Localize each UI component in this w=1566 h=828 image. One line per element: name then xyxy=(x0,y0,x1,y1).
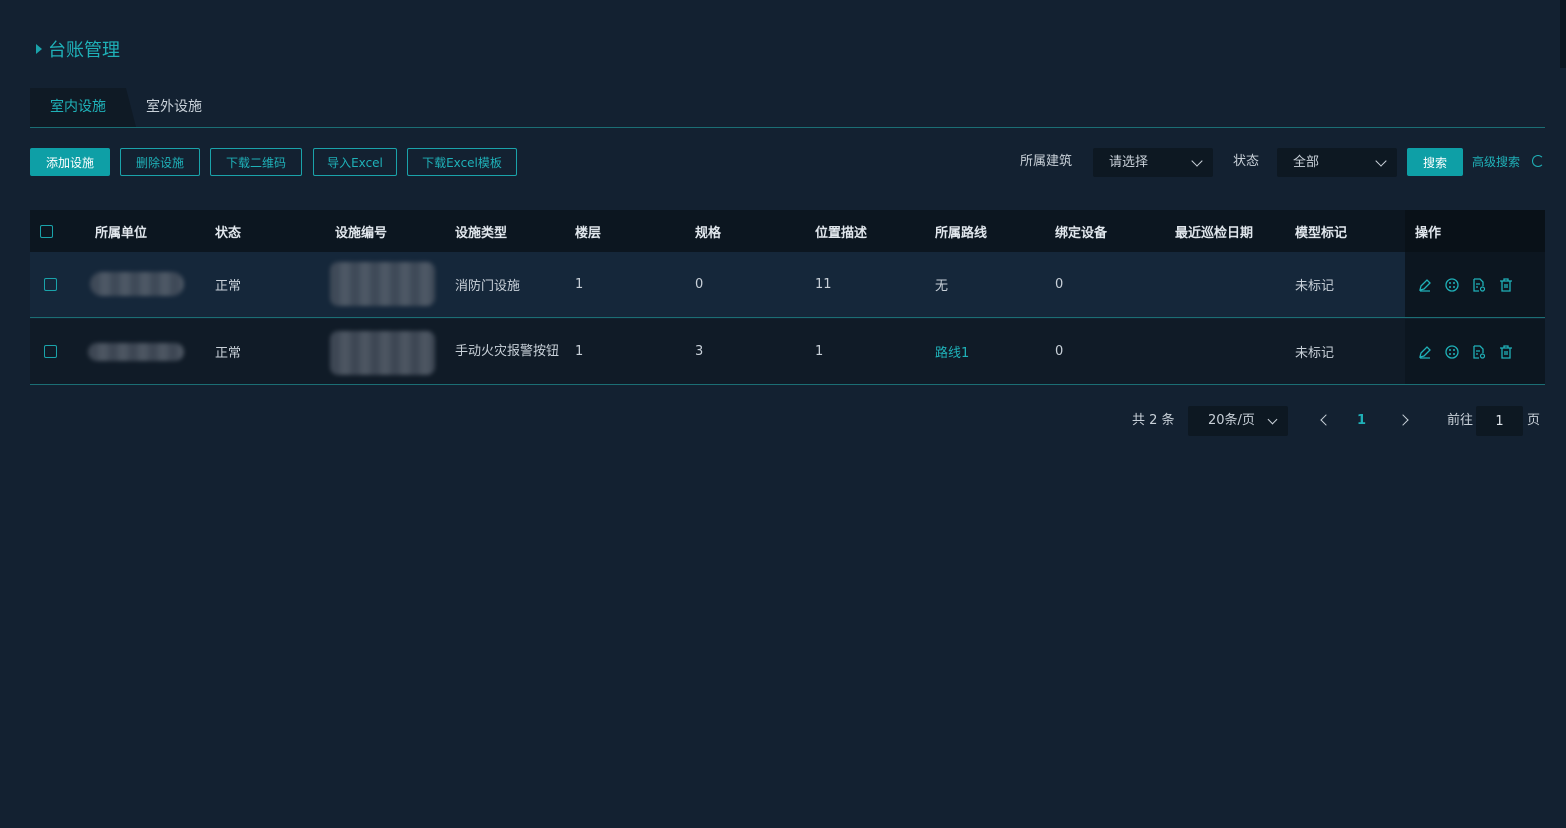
row-checkbox-cell xyxy=(44,319,57,384)
status-select-value: 全部 xyxy=(1293,155,1320,170)
row-actions xyxy=(1405,319,1513,384)
scrollbar[interactable] xyxy=(1560,0,1566,68)
row-actions xyxy=(1405,252,1513,317)
cell-model-mark: 未标记 xyxy=(1295,279,1335,294)
header-spec: 规格 xyxy=(695,225,722,241)
header-route: 所属路线 xyxy=(935,225,988,241)
chevron-down-icon xyxy=(1191,155,1203,167)
header-actions: 操作 xyxy=(1415,225,1442,241)
page-size-select[interactable]: 20条/页 xyxy=(1188,406,1288,436)
building-select-value: 请选择 xyxy=(1109,155,1149,170)
header-code: 设施编号 xyxy=(335,225,388,241)
current-page[interactable]: 1 xyxy=(1357,406,1366,436)
redacted-unit xyxy=(90,272,184,296)
add-facility-button[interactable]: 添加设施 xyxy=(30,148,110,176)
select-all-checkbox[interactable] xyxy=(40,224,53,238)
refresh-icon[interactable] xyxy=(1532,155,1544,167)
cell-bound-device: 0 xyxy=(1055,277,1064,292)
chevron-down-icon xyxy=(1375,155,1387,167)
tab-outdoor[interactable]: 室外设施 xyxy=(126,88,222,127)
header-unit: 所属单位 xyxy=(95,225,148,241)
cell-model-mark: 未标记 xyxy=(1295,346,1335,361)
document-icon[interactable] xyxy=(1471,344,1486,359)
pagination-total: 共 2 条 xyxy=(1132,413,1175,428)
cell-route-link[interactable]: 路线1 xyxy=(935,319,969,384)
import-excel-button[interactable]: 导入Excel xyxy=(313,148,397,176)
building-filter-label: 所属建筑 xyxy=(1020,154,1073,169)
toolbar: 添加设施 删除设施 下载二维码 导入Excel 下载Excel模板 所属建筑 请… xyxy=(30,148,1545,177)
redacted-code xyxy=(330,262,435,306)
cell-floor: 1 xyxy=(575,344,584,359)
redacted-code xyxy=(330,331,435,375)
header-model-mark: 模型标记 xyxy=(1295,225,1348,241)
page-unit-label: 页 xyxy=(1527,413,1541,428)
edit-icon[interactable] xyxy=(1417,277,1432,292)
cell-status: 正常 xyxy=(215,346,242,361)
model-icon[interactable] xyxy=(1444,277,1459,292)
page-size-value: 20条/页 xyxy=(1208,413,1255,428)
model-icon[interactable] xyxy=(1444,344,1459,359)
redacted-unit xyxy=(88,343,184,361)
row-checkbox-cell xyxy=(44,252,57,317)
document-icon[interactable] xyxy=(1471,277,1486,292)
chevron-right-icon[interactable] xyxy=(1397,414,1409,426)
tab-bar: 室内设施 室外设施 xyxy=(30,88,1545,128)
cell-location: 11 xyxy=(815,277,832,292)
goto-page-input[interactable] xyxy=(1476,406,1523,436)
cell-floor: 1 xyxy=(575,277,584,292)
delete-facility-button[interactable]: 删除设施 xyxy=(120,148,200,176)
cell-route: 无 xyxy=(935,279,949,294)
edit-icon[interactable] xyxy=(1417,344,1432,359)
cell-spec: 3 xyxy=(695,344,704,359)
chevron-left-icon[interactable] xyxy=(1320,414,1332,426)
row-checkbox[interactable] xyxy=(44,278,57,291)
cell-bound-device: 0 xyxy=(1055,344,1064,359)
trash-icon[interactable] xyxy=(1498,277,1513,292)
header-bound-device: 绑定设备 xyxy=(1055,225,1108,241)
chevron-down-icon xyxy=(1267,414,1278,425)
header-status: 状态 xyxy=(215,225,242,241)
table-header: 所属单位 状态 设施编号 设施类型 楼层 规格 位置描述 所属路线 绑定设备 最… xyxy=(30,210,1545,252)
page-title: 台账管理 xyxy=(36,36,120,62)
tab-indoor[interactable]: 室内设施 xyxy=(30,88,136,127)
building-select[interactable]: 请选择 xyxy=(1093,148,1213,177)
triangle-right-icon xyxy=(36,44,42,54)
pagination: 共 2 条 20条/页 1 前往 页 xyxy=(0,406,1566,436)
status-select[interactable]: 全部 xyxy=(1277,148,1397,177)
cell-location: 1 xyxy=(815,344,824,359)
download-template-button[interactable]: 下载Excel模板 xyxy=(407,148,517,176)
cell-type: 消防门设施 xyxy=(455,279,521,294)
header-last-inspection: 最近巡检日期 xyxy=(1175,225,1254,241)
table-row: 正常 手动火灾报警按钮 1 3 1 路线1 0 未标记 xyxy=(30,319,1545,385)
cell-status: 正常 xyxy=(215,279,242,294)
header-floor: 楼层 xyxy=(575,225,602,241)
goto-label: 前往 xyxy=(1447,413,1474,428)
advanced-search-link[interactable]: 高级搜索 xyxy=(1472,148,1520,176)
header-type: 设施类型 xyxy=(455,225,508,241)
cell-type: 手动火灾报警按钮 xyxy=(455,343,560,359)
status-filter-label: 状态 xyxy=(1233,154,1260,169)
download-qr-button[interactable]: 下载二维码 xyxy=(210,148,302,176)
page-title-text: 台账管理 xyxy=(48,40,120,61)
header-location: 位置描述 xyxy=(815,225,868,241)
select-all-cell xyxy=(40,210,53,252)
search-button[interactable]: 搜索 xyxy=(1407,148,1463,176)
table-row: 正常 消防门设施 1 0 11 无 0 未标记 xyxy=(30,252,1545,318)
cell-spec: 0 xyxy=(695,277,704,292)
trash-icon[interactable] xyxy=(1498,344,1513,359)
facility-table: 所属单位 状态 设施编号 设施类型 楼层 规格 位置描述 所属路线 绑定设备 最… xyxy=(30,210,1545,385)
row-checkbox[interactable] xyxy=(44,345,57,358)
